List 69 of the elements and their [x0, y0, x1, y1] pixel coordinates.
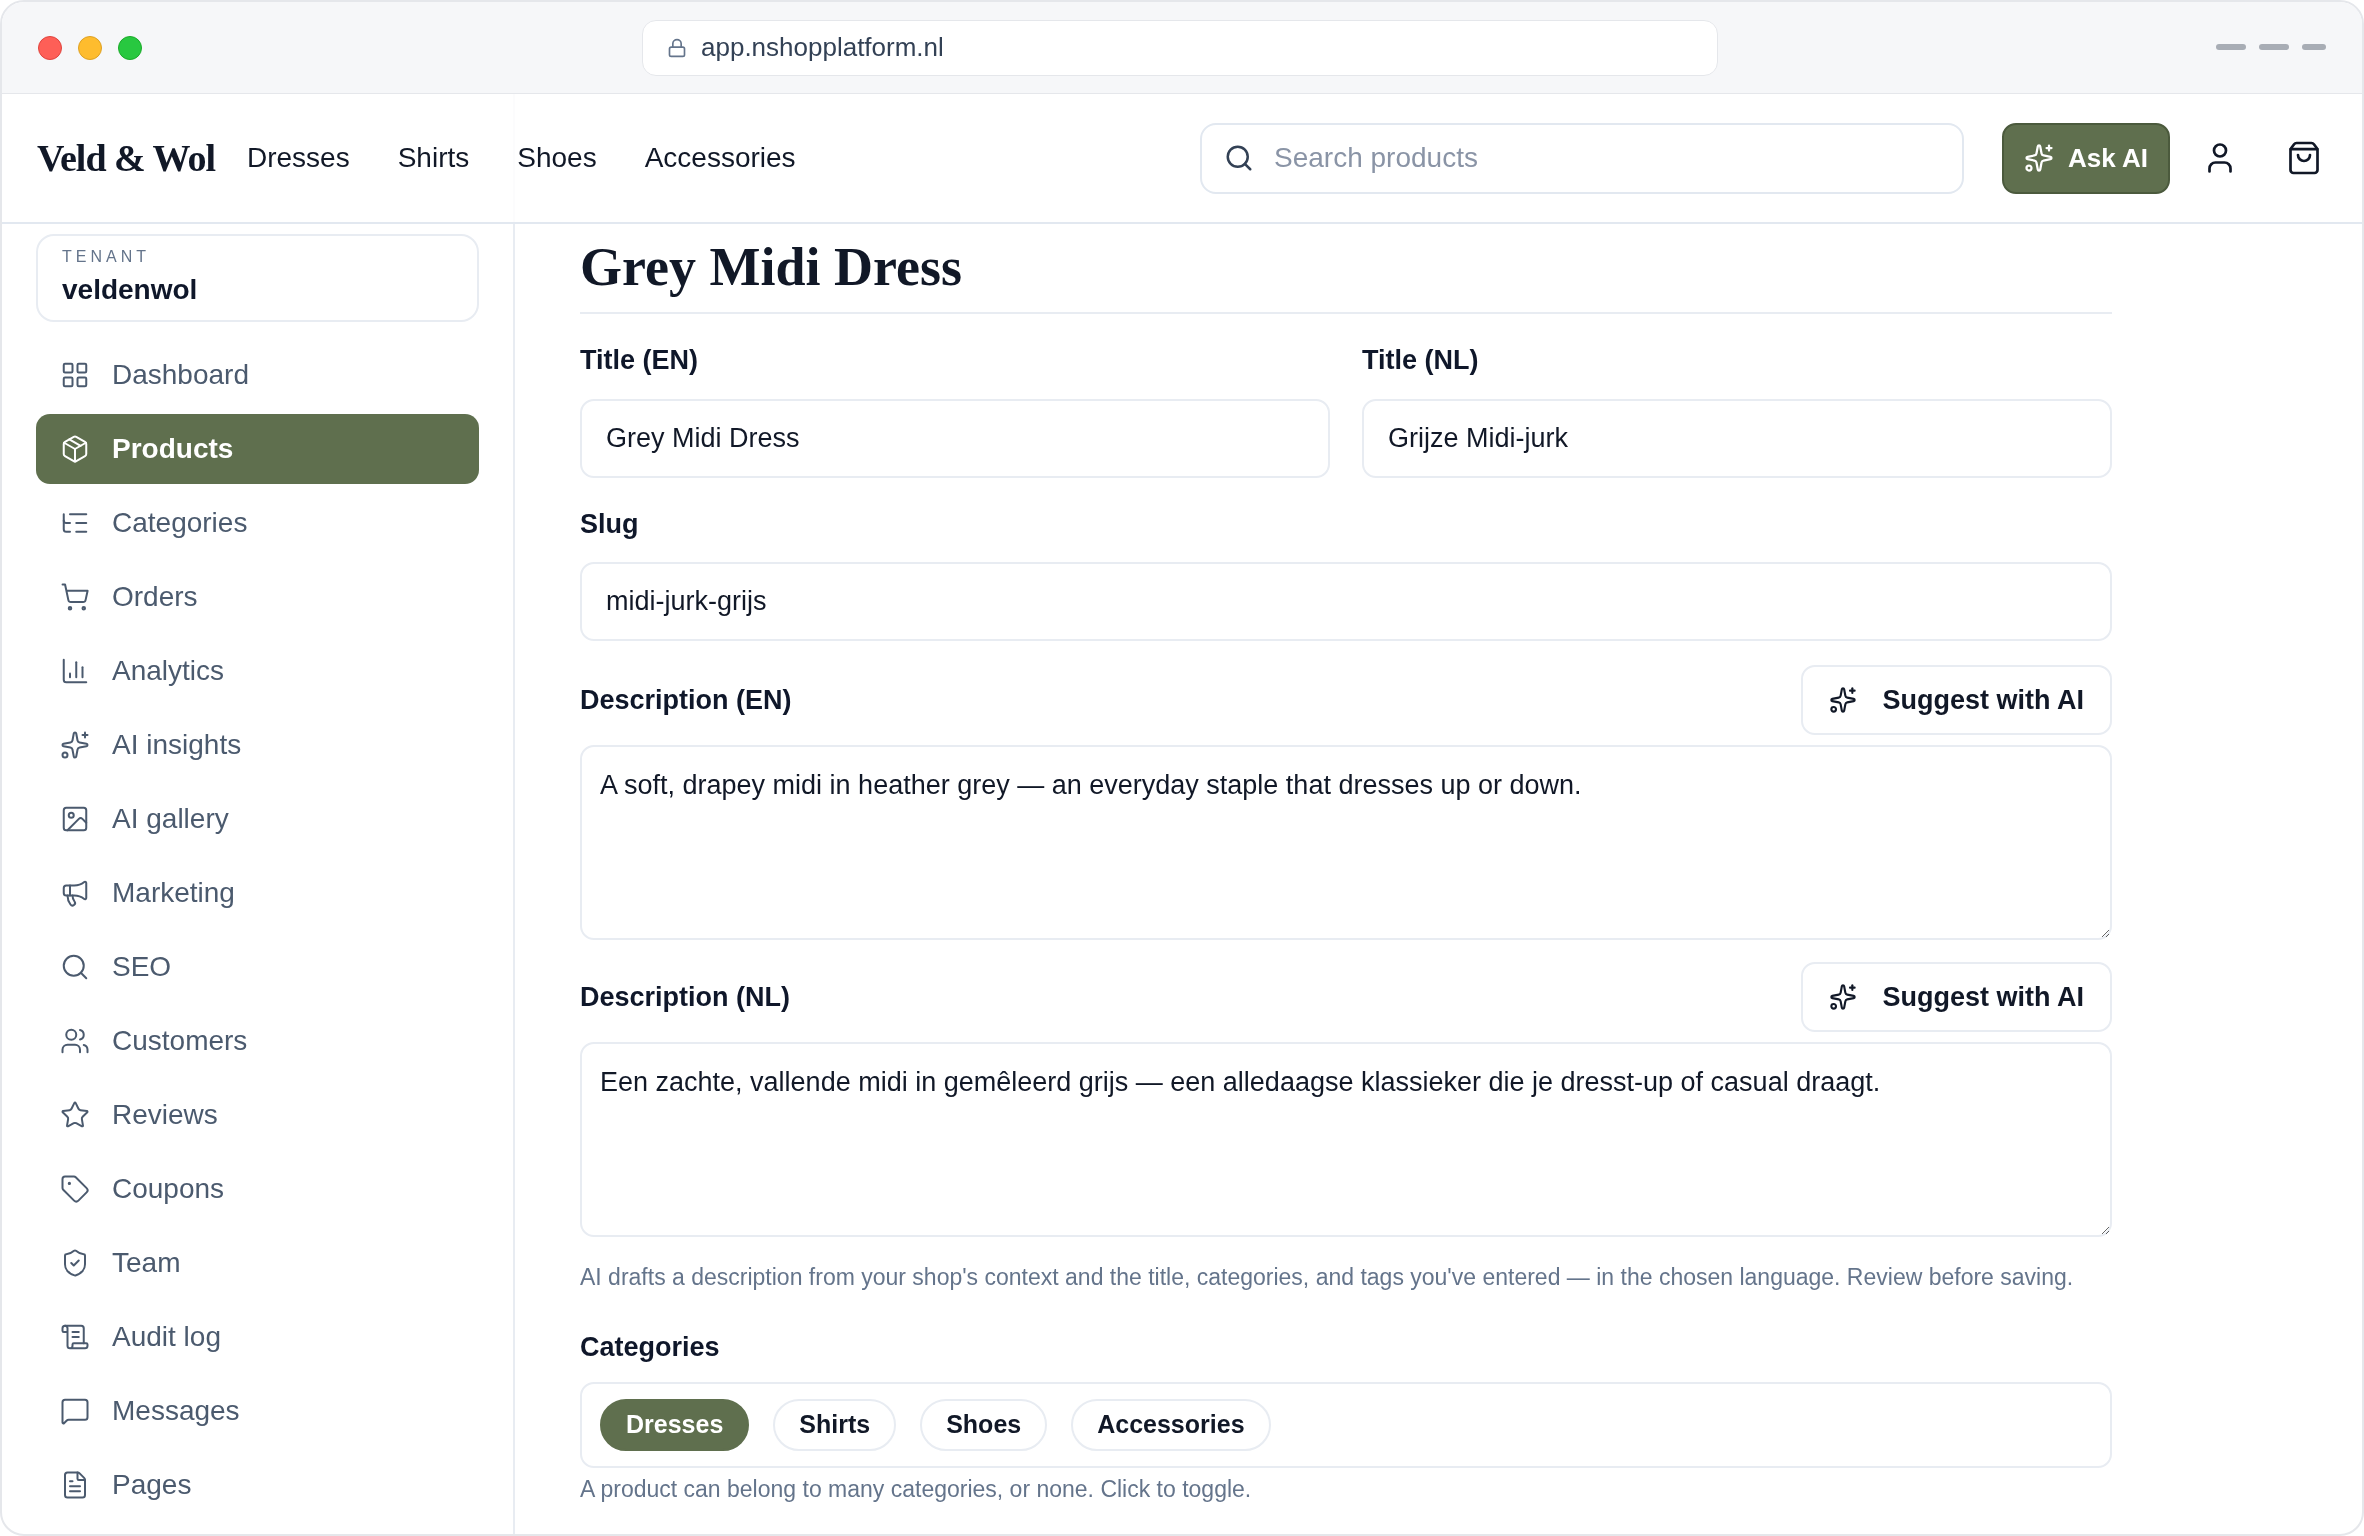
sidebar-item[interactable]: Marketing — [36, 858, 479, 928]
sidebar-item[interactable]: AI gallery — [36, 784, 479, 854]
megaphone-icon — [60, 878, 90, 908]
sidebar-item[interactable]: Reviews — [36, 1080, 479, 1150]
text-field[interactable]: Grijze Midi-jurk — [1362, 398, 2112, 478]
sidebar-item[interactable]: AI insights — [36, 710, 479, 780]
ask-ai-button[interactable]: Ask AI — [2002, 122, 2170, 194]
close-window-icon[interactable] — [38, 35, 62, 60]
sidebar-item[interactable]: Products — [36, 414, 479, 484]
field-label: Description (NL) — [580, 980, 790, 1014]
field-label: Slug — [580, 507, 640, 541]
users-icon — [60, 1026, 90, 1056]
field-label: Categories — [580, 1331, 721, 1364]
nav-link[interactable]: Shoes — [517, 137, 597, 179]
sidebar-item[interactable]: Team — [36, 1228, 479, 1298]
message-icon — [60, 1396, 90, 1426]
help-text: AI drafts a description from your shop's context and the title, categories, and tags you've entered — in the chosen language. Review before saving. — [580, 1263, 2075, 1292]
dashboard-icon — [60, 360, 90, 390]
sparkles-icon — [1828, 686, 1857, 714]
tenant-name: veldenwol — [62, 273, 199, 307]
sidebar-item[interactable]: Analytics — [36, 636, 479, 706]
field-label: Description (EN) — [580, 683, 792, 717]
description-field[interactable]: A soft, drapey midi in heather grey — an everyday staple that dresses up or down. — [580, 745, 2112, 940]
tenant-card[interactable]: TENANT veldenwol — [36, 234, 479, 322]
search-field[interactable]: Search products — [1200, 122, 1965, 194]
lock-icon — [667, 37, 687, 58]
category-chip[interactable]: Shirts — [773, 1398, 897, 1451]
maximize-window-icon[interactable] — [118, 35, 142, 60]
nav-link[interactable]: Accessories — [644, 137, 796, 179]
sidebar-item[interactable]: Audit log — [36, 1302, 479, 1372]
sidebar-item[interactable]: Categories — [36, 488, 479, 558]
bar-chart-icon — [60, 656, 90, 686]
tag-icon — [60, 1174, 90, 1204]
search-icon — [60, 952, 90, 982]
category-chip[interactable]: Accessories — [1071, 1398, 1271, 1451]
store-logo[interactable]: Veld & Wol — [37, 129, 215, 187]
text-field[interactable]: midi-jurk-grijs — [580, 562, 2112, 641]
field-label: Title (EN) — [580, 344, 699, 377]
sidebar-item[interactable]: Dashboard — [36, 340, 479, 410]
description-field[interactable]: Een zachte, vallende midi in gemêleerd grijs — een alledaagse klassieker die je dresst-up of casual draagt. — [580, 1042, 2112, 1237]
cart-icon — [60, 582, 90, 612]
scroll-icon — [60, 1322, 90, 1352]
shopping-bag-icon[interactable] — [2286, 140, 2322, 176]
sidebar-item[interactable]: Customers — [36, 1006, 479, 1076]
sparkles-icon — [1828, 983, 1857, 1011]
tenant-label: TENANT — [62, 247, 151, 267]
suggest-ai-button[interactable]: Suggest with AI — [1800, 665, 2112, 735]
sidebar-item[interactable]: Pages — [36, 1450, 479, 1520]
sidebar-item[interactable]: Orders — [36, 562, 479, 632]
sparkles-icon — [2024, 143, 2055, 173]
sidebar-item[interactable]: SEO — [36, 932, 479, 1002]
sparkles-icon — [60, 730, 90, 760]
suggest-ai-button[interactable]: Suggest with AI — [1800, 962, 2112, 1032]
image-icon — [60, 804, 90, 834]
category-chip[interactable]: Shoes — [920, 1398, 1048, 1451]
page-heading: Grey Midi Dress — [580, 240, 2112, 314]
nav-link[interactable]: Shirts — [397, 137, 470, 179]
help-text: A product can belong to many categories, or none. Click to toggle. — [580, 1474, 1253, 1504]
sidebar-item[interactable]: Messages — [36, 1376, 479, 1446]
star-icon — [60, 1100, 90, 1130]
window-controls-icon — [2216, 43, 2326, 52]
box-icon — [60, 434, 90, 464]
category-chip[interactable]: Dresses — [600, 1398, 750, 1451]
address-bar[interactable]: app.nshopplatform.nl — [642, 19, 1718, 76]
sidebar-item[interactable]: Coupons — [36, 1154, 479, 1224]
field-label: Title (NL) — [1362, 344, 1480, 377]
minimize-window-icon[interactable] — [78, 35, 102, 60]
text-field[interactable]: Grey Midi Dress — [580, 398, 1330, 478]
nav-link[interactable]: Dresses — [246, 137, 350, 179]
